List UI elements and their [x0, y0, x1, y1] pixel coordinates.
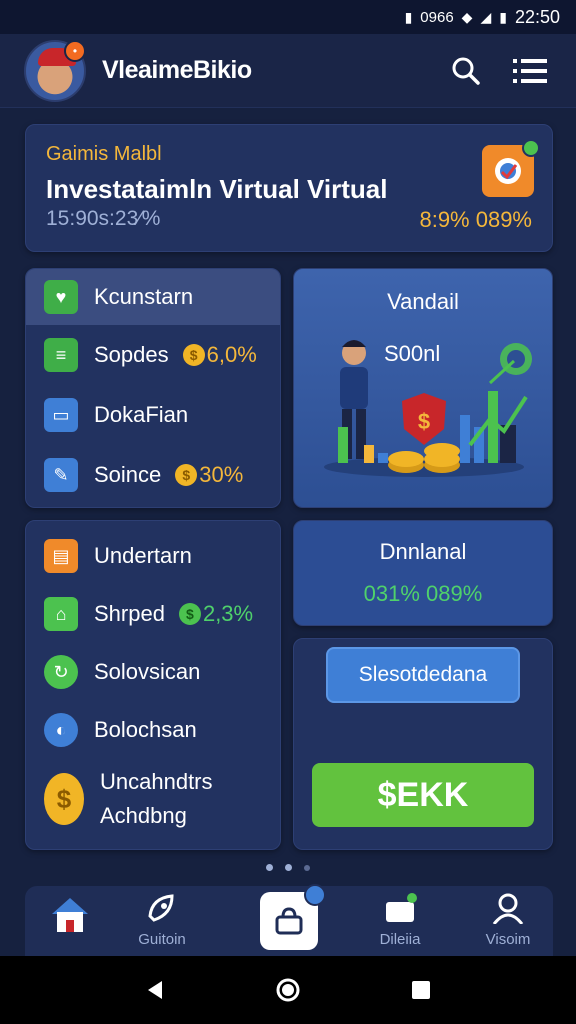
list-item-label: Shrped: [94, 601, 165, 626]
list-item[interactable]: ≡ Sopdes $ 6,0%: [26, 325, 280, 385]
wifi-icon: ◆: [461, 8, 473, 25]
notification-badge-icon: •: [64, 39, 86, 62]
hero-title: Investataimln Virtual Virtual: [46, 174, 388, 204]
battery-icon: ▮: [499, 8, 507, 25]
stat-card[interactable]: Dnnlanal 031% 089%: [293, 520, 553, 626]
list-item-value: 2,3%: [202, 601, 254, 626]
page-dot[interactable]: [285, 864, 292, 871]
list-item-label: Uncahndtrs: [100, 769, 213, 794]
page-dot[interactable]: [304, 865, 310, 871]
secondary-list-card: ▤ Undertarn ⌂ Shrped $ 2,3% ↻ Solovsican…: [25, 520, 281, 850]
nav-label: Guitoin: [138, 931, 186, 948]
list-item-value: 30%: [199, 462, 244, 487]
category-list-card: ♥ Kcunstarn ≡ Sopdes $ 6,0% ▭ DokaFian ✎…: [25, 268, 281, 508]
card-icon: ▭: [44, 398, 78, 432]
investment-hero-card[interactable]: Gaimis Malbl Investataimln Virtual Virtu…: [25, 124, 553, 252]
home-circle-icon[interactable]: [275, 977, 301, 1003]
list-item[interactable]: ◐ Bolochsan: [26, 701, 280, 759]
refresh-icon: ↻: [44, 655, 78, 689]
lock-icon: ▮: [404, 8, 413, 25]
menu-button[interactable]: [508, 49, 552, 93]
coin-icon: $: [182, 344, 205, 366]
status-dot-icon: [522, 139, 540, 157]
nav-home[interactable]: [25, 892, 115, 941]
recents-icon[interactable]: [410, 979, 432, 1001]
search-icon: [452, 57, 480, 85]
store-icon: ⌂: [44, 597, 78, 631]
list-item-label: Undertarn: [94, 543, 192, 568]
list-item-label: DokaFian: [94, 402, 189, 427]
menu-icon: [513, 58, 547, 83]
nav-visoim[interactable]: Visoim: [463, 892, 553, 948]
search-globe-icon: ◐: [44, 713, 78, 747]
target-icon: [495, 158, 521, 184]
target-app-icon[interactable]: [482, 139, 540, 197]
list-item[interactable]: ✎ Soince $ 30%: [26, 445, 280, 505]
list-item-label: Sopdes: [94, 342, 169, 367]
nav-label: Dileiia: [379, 931, 421, 948]
list-item-value: 6,0%: [206, 342, 257, 367]
list-item[interactable]: ⌂ Shrped $ 2,3%: [26, 585, 280, 643]
system-nav-bar: [0, 956, 576, 1024]
page-dot[interactable]: [266, 864, 273, 871]
pen-icon: ✎: [44, 458, 78, 492]
hero-kicker: Gaimis Malbl: [46, 143, 162, 165]
list-item[interactable]: ↻ Solovsican: [26, 643, 280, 701]
seek-button[interactable]: $EKK: [312, 763, 534, 827]
wallet-icon: [386, 893, 417, 922]
nav-guitoin[interactable]: Guitoin: [117, 892, 207, 948]
badge-icon: [304, 884, 326, 906]
list-item-label: Bolochsan: [94, 717, 197, 742]
search-button[interactable]: [444, 49, 488, 93]
select-button[interactable]: Slesotdedana: [326, 647, 520, 703]
profile-icon: [492, 893, 524, 925]
list-item[interactable]: ▭ DokaFian: [26, 385, 280, 445]
rocket-icon: [148, 894, 174, 922]
page-indicator: [0, 864, 576, 871]
clock: 22:50: [514, 6, 560, 27]
bottom-nav: Guitoin Dileiia Visoim: [25, 884, 553, 956]
list-item-label: Solovsican: [94, 659, 201, 684]
list-item-label: Soince: [94, 462, 162, 487]
bag-icon: [275, 907, 303, 935]
clipboard-icon: ▤: [44, 539, 78, 573]
list-item[interactable]: ▤ Undertarn: [26, 527, 280, 585]
chart-icon: ≡: [44, 338, 78, 372]
nav-bag-button[interactable]: [260, 884, 326, 950]
stat-value: 031% 089%: [363, 581, 483, 606]
app-header: • VleaimeBikio: [0, 34, 576, 108]
hero-subtext: 15:90s:23⁄%: [46, 207, 161, 230]
illustration-card[interactable]: Vandail S00nl $: [293, 268, 553, 508]
list-item[interactable]: $ Uncahndtrs Achdbng: [26, 759, 280, 839]
app-title: VleaimeBikio: [102, 56, 252, 84]
avatar[interactable]: •: [24, 39, 86, 102]
heart-icon: ♥: [44, 280, 78, 314]
nav-dileiia[interactable]: Dileiia: [355, 892, 445, 948]
investor-illustration-icon: $: [324, 340, 532, 477]
signal-icon: ◢: [480, 8, 492, 25]
action-card: Slesotdedana $EKK: [293, 638, 553, 850]
stat-title: Dnnlanal: [379, 539, 467, 564]
list-item[interactable]: ♥ Kcunstarn: [26, 269, 280, 325]
coin-icon: $: [175, 464, 198, 486]
list-item-label-second: Achdbng: [100, 803, 187, 828]
hero-percentage: 8:9% 089%: [419, 207, 532, 232]
coin-icon: $: [178, 603, 201, 625]
list-item-label: Kcunstarn: [94, 284, 194, 309]
network-indicator: 0966: [420, 8, 454, 26]
home-icon: [52, 898, 88, 932]
svg-text:$: $: [418, 409, 430, 434]
dollar-coin-icon: $: [44, 773, 84, 825]
status-bar: ▮ 0966 ◆ ◢ ▮ 22:50: [0, 0, 576, 34]
nav-label: Visoim: [485, 931, 531, 948]
back-icon[interactable]: [144, 979, 166, 1001]
